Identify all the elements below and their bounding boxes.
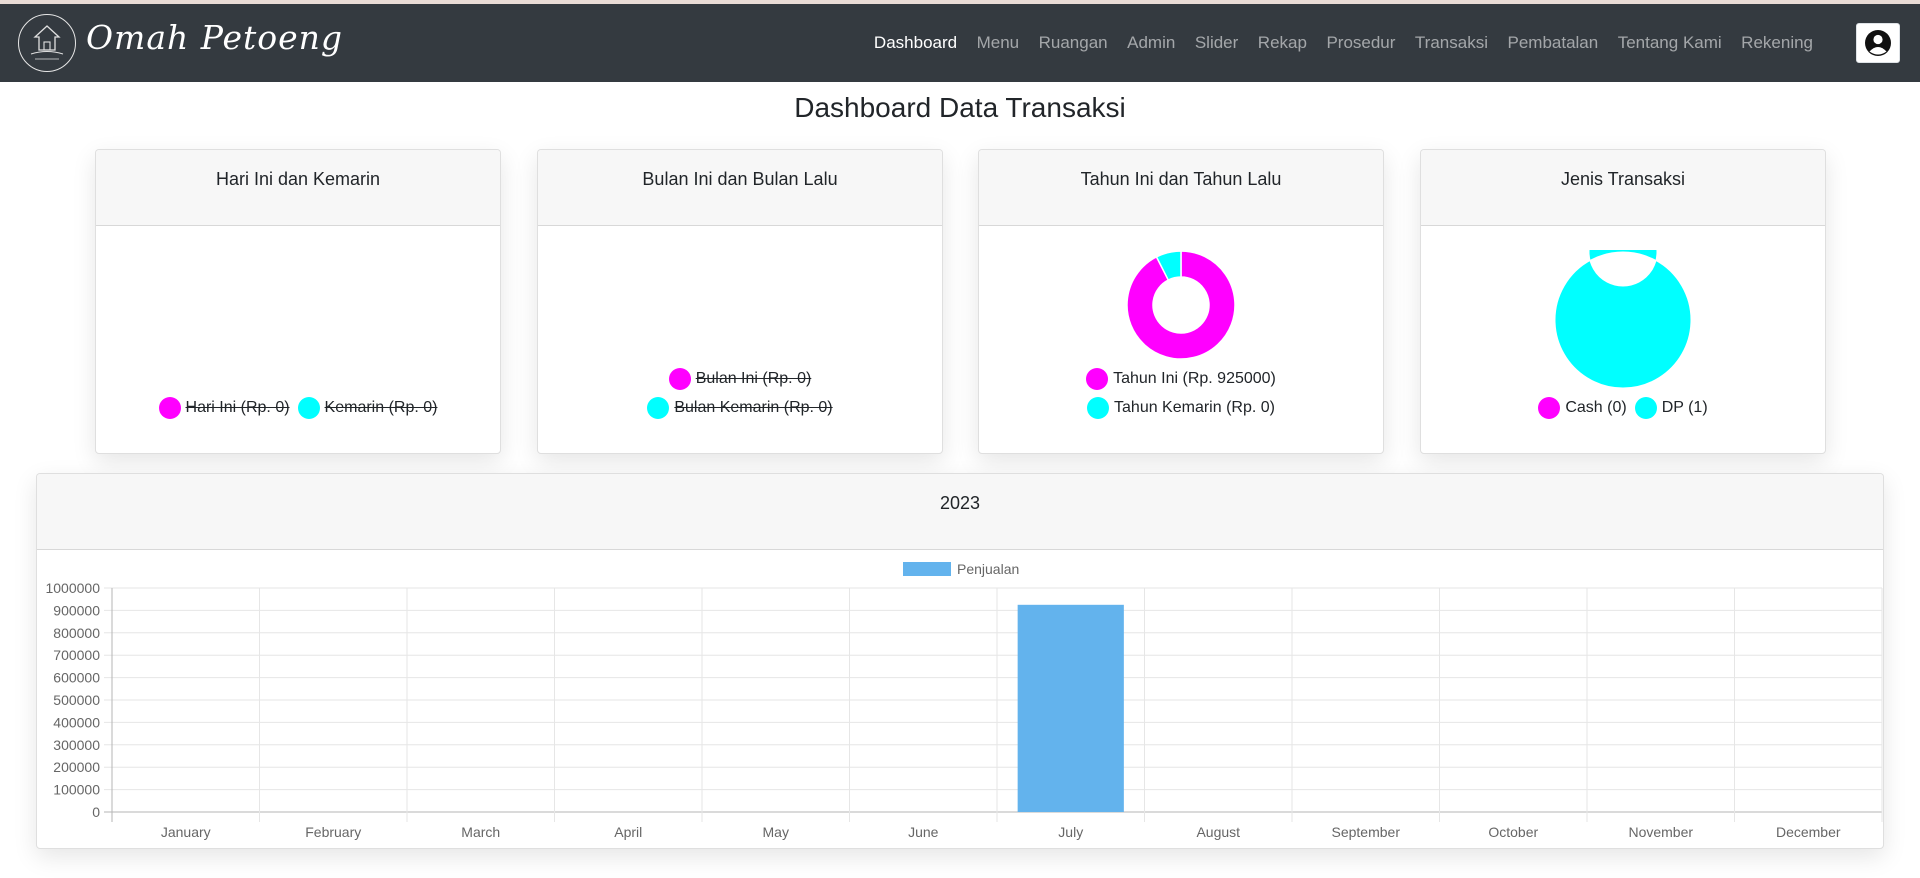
nav-link-tentang-kami[interactable]: Tentang Kami: [1618, 33, 1722, 53]
legend-label: Hari Ini (Rp. 0): [185, 399, 290, 416]
bar-legend[interactable]: Penjualan: [903, 561, 1019, 577]
donut-slices: [1126, 250, 1236, 360]
y-axis-ticks: 0 100000 200000 300000 400000 500000 600000 700…: [45, 580, 100, 820]
card-title: 2023: [37, 474, 1883, 550]
nav-link-slider[interactable]: Slider: [1195, 33, 1238, 53]
legend-item-tahun-kemarin[interactable]: Tahun Kemarin (Rp. 0): [1087, 397, 1275, 419]
chart-legend: Bulan Ini (Rp. 0): [538, 368, 942, 390]
legend-label: Bulan Kemarin (Rp. 0): [674, 399, 833, 416]
nav-link-prosedur[interactable]: Prosedur: [1326, 33, 1395, 53]
x-tick-label: February: [305, 824, 361, 840]
x-tick-label: March: [461, 824, 500, 840]
legend-swatch: [297, 397, 320, 419]
y-tick-label: 1000000: [45, 580, 100, 596]
legend-item-bulan-kemarin[interactable]: Bulan Kemarin (Rp. 0): [647, 397, 833, 419]
legend-item-kemarin[interactable]: Kemarin (Rp. 0): [297, 397, 438, 419]
donut-chart-jenis: [1554, 250, 1692, 389]
x-tick-label: July: [1058, 824, 1083, 840]
nav-link-pembatalan[interactable]: Pembatalan: [1507, 33, 1598, 53]
x-tick-label: October: [1488, 824, 1538, 840]
legend-label: Penjualan: [957, 561, 1019, 577]
card-jenis-transaksi: Jenis Transaksi Cash (0) DP (1): [1420, 149, 1826, 454]
chart-legend: Hari Ini (Rp. 0) Kemarin (Rp. 0): [96, 397, 500, 419]
nav-menu: Dashboard Menu Ruangan Admin Slider Reka…: [854, 4, 1813, 82]
card-yearly-chart: 2023 0 100000 200000 300000 400000 500000 6000…: [36, 473, 1884, 849]
donut-slices: [1554, 250, 1692, 389]
y-tick-label: 300000: [53, 737, 100, 753]
legend-swatch: [668, 368, 691, 390]
legend-swatch: [1086, 368, 1109, 390]
house-logo-icon: [30, 25, 64, 60]
legend-label: Tahun Ini (Rp. 925000): [1113, 370, 1276, 387]
card-title: Jenis Transaksi: [1421, 150, 1825, 226]
chart-legend: Tahun Ini (Rp. 925000): [979, 368, 1383, 390]
y-tick-label: 0: [92, 804, 100, 820]
y-tick-label: 600000: [53, 670, 100, 686]
legend-swatch: [1634, 397, 1657, 419]
x-tick-label: August: [1196, 824, 1240, 840]
user-menu-button[interactable]: [1856, 23, 1900, 63]
nav-link-rekap[interactable]: Rekap: [1258, 33, 1307, 53]
x-tick-label: May: [763, 824, 789, 840]
x-axis-ticks: January February March April May June July Augu…: [161, 824, 1841, 840]
chart-legend-row-2: Bulan Kemarin (Rp. 0): [538, 397, 942, 419]
nav-link-menu[interactable]: Menu: [977, 33, 1020, 53]
y-tick-label: 500000: [53, 692, 100, 708]
x-tick-label: December: [1776, 824, 1841, 840]
chart-grid: [104, 587, 1883, 822]
donut-chart-tahun: [1126, 250, 1236, 360]
bar-series: [1017, 604, 1124, 812]
brand-name[interactable]: Omah Petoeng: [86, 18, 343, 57]
card-hari-ini: Hari Ini dan Kemarin Hari Ini (Rp. 0) Ke…: [95, 149, 501, 454]
legend-item-tahun-ini[interactable]: Tahun Ini (Rp. 925000): [1086, 368, 1276, 390]
y-tick-label: 200000: [53, 759, 100, 775]
card-tahun-ini: Tahun Ini dan Tahun Lalu Tahun Ini (Rp. …: [978, 149, 1384, 454]
bar[interactable]: [1017, 604, 1124, 812]
card-bulan-ini: Bulan Ini dan Bulan Lalu Bulan Ini (Rp. …: [537, 149, 943, 454]
x-tick-label: April: [614, 824, 642, 840]
legend-swatch: [1087, 397, 1110, 419]
y-tick-label: 800000: [53, 625, 100, 641]
x-tick-label: January: [161, 824, 211, 840]
bar-chart: 0 100000 200000 300000 400000 500000 600000 700…: [45, 561, 1883, 840]
x-tick-label: June: [908, 824, 939, 840]
legend-label: DP (1): [1661, 399, 1708, 416]
nav-link-transaksi[interactable]: Transaksi: [1415, 33, 1488, 53]
legend-swatch: [647, 397, 670, 419]
legend-swatch: [1538, 397, 1561, 419]
legend-item-dp[interactable]: DP (1): [1634, 397, 1708, 419]
card-title: Bulan Ini dan Bulan Lalu: [538, 150, 942, 226]
legend-label: Cash (0): [1565, 399, 1627, 416]
legend-swatch: [158, 397, 181, 419]
nav-link-dashboard[interactable]: Dashboard: [874, 33, 957, 53]
legend-swatch: [903, 562, 951, 576]
nav-link-ruangan[interactable]: Ruangan: [1039, 33, 1108, 53]
page-title: Dashboard Data Transaksi: [794, 92, 1126, 123]
nav-link-rekening[interactable]: Rekening: [1741, 33, 1813, 53]
legend-item-cash[interactable]: Cash (0): [1538, 397, 1627, 419]
y-tick-label: 400000: [53, 714, 100, 730]
legend-label: Bulan Ini (Rp. 0): [695, 370, 812, 387]
chart-legend-row-2: Tahun Kemarin (Rp. 0): [979, 397, 1383, 419]
y-tick-label: 700000: [53, 647, 100, 663]
legend-item-hari-ini[interactable]: Hari Ini (Rp. 0): [158, 397, 290, 419]
legend-label: Kemarin (Rp. 0): [324, 399, 438, 416]
x-tick-label: November: [1628, 824, 1693, 840]
y-tick-label: 100000: [53, 782, 100, 798]
legend-item-bulan-ini[interactable]: Bulan Ini (Rp. 0): [668, 368, 812, 390]
legend-label: Tahun Kemarin (Rp. 0): [1114, 399, 1275, 416]
chart-legend: Cash (0) DP (1): [1421, 397, 1825, 419]
nav-link-admin[interactable]: Admin: [1127, 33, 1175, 53]
navbar: Omah Petoeng Dashboard Menu Ruangan Admi…: [0, 4, 1920, 82]
card-title: Hari Ini dan Kemarin: [96, 150, 500, 226]
card-title: Tahun Ini dan Tahun Lalu: [979, 150, 1383, 226]
y-tick-label: 900000: [53, 602, 100, 618]
x-tick-label: September: [1332, 824, 1401, 840]
brand-logo[interactable]: [18, 14, 76, 72]
user-circle-icon: [1865, 30, 1891, 56]
